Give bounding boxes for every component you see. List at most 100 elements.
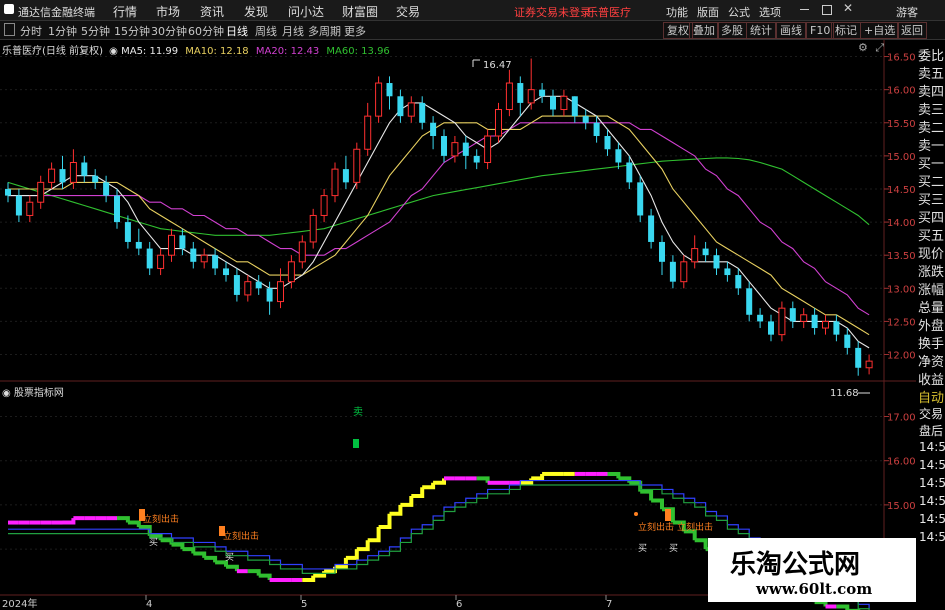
indicator-band (302, 575, 316, 582)
guest-label[interactable]: 游客 (896, 4, 918, 20)
candle-body (81, 162, 88, 176)
candle-body (48, 168, 56, 183)
trade-cut-label: 交易 (919, 407, 944, 421)
menu-wealth-circle[interactable]: 财富圈 (342, 3, 378, 20)
menu-markets[interactable]: 市场 (156, 3, 180, 20)
add-watchlist-button[interactable]: +自选 (860, 22, 900, 39)
indicator-band (247, 569, 261, 576)
candle-body (190, 248, 197, 262)
candle-body (255, 281, 262, 289)
period-multi[interactable]: 多周期 (308, 23, 341, 39)
candle-body (473, 155, 480, 163)
date-label-apr: 4 (146, 599, 152, 610)
period-tick[interactable]: 分时 (20, 23, 42, 39)
indicator-band (640, 489, 654, 501)
candle-body (441, 136, 447, 156)
period-1min[interactable]: 1分钟 (48, 23, 77, 39)
candle-body (298, 241, 306, 263)
candle-body (713, 255, 720, 269)
menu-news[interactable]: 资讯 (200, 3, 224, 20)
candles (5, 58, 873, 376)
quote-label-auto[interactable]: 自动 (918, 387, 944, 406)
candle-body (375, 82, 383, 117)
indicator-gear-icon[interactable]: ◉ (2, 388, 11, 399)
candle-body (768, 321, 774, 335)
period-60min[interactable]: 60分钟 (188, 23, 224, 39)
indicator-tick-label: 16.00 (887, 457, 916, 468)
period-30min[interactable]: 30分钟 (151, 23, 187, 39)
indicator-band (531, 473, 545, 481)
period-daily[interactable]: 日线 (226, 23, 248, 39)
trade-login-notice[interactable]: 证券交易未登录 (514, 4, 591, 20)
multi-stock-button[interactable]: 多股 (717, 22, 747, 39)
candle-body (778, 307, 786, 336)
svg-text:买: 买 (149, 537, 158, 548)
menu-options[interactable]: 选项 (759, 4, 781, 20)
overlay-button[interactable]: 叠加 (689, 22, 719, 39)
watermark-title: 乐淘公式网 (730, 550, 861, 580)
price-tick-label: 12.00 (887, 351, 916, 362)
candle-body (331, 168, 339, 197)
indicator-band (433, 478, 446, 485)
period-15min[interactable]: 15分钟 (114, 23, 150, 39)
period-weekly[interactable]: 周线 (255, 23, 277, 39)
drawing-button[interactable]: 画线 (776, 22, 806, 39)
quote-label-ask5: 卖五 (918, 67, 945, 82)
indicator-band (476, 476, 490, 483)
candle-body (462, 142, 469, 156)
menu-layout[interactable]: 版面 (697, 4, 719, 20)
menu-ask-xiaoda[interactable]: 问小达 (288, 3, 324, 20)
quote-label-bid2: 买二 (918, 175, 945, 190)
expand-icon[interactable]: ⤢ (875, 41, 884, 54)
quote-label-volume: 总量 (918, 301, 945, 316)
menu-bar: 通达信金融终端 行情 市场 资讯 发现 问小达 财富圈 交易 证券交易未登录 乐… (0, 0, 945, 21)
mark-button[interactable]: 标记 (831, 22, 861, 39)
candle-body (800, 314, 808, 322)
statistics-button[interactable]: 统计 (746, 22, 776, 39)
toolbar-back-icon[interactable] (4, 23, 15, 36)
candle-body (135, 241, 142, 249)
svg-text:买: 买 (225, 552, 234, 563)
price-tick-label: 12.50 (887, 317, 916, 328)
price-chart[interactable]: 16.50 16.00 15.50 15.00 14.50 14.00 13.50 13.00… (0, 40, 945, 610)
ma20-label: MA20: 12.43 (255, 46, 320, 57)
date-label-may: 5 (301, 599, 307, 610)
candle-body (680, 261, 688, 283)
svg-text:买: 买 (638, 543, 647, 554)
menu-discover[interactable]: 发现 (244, 3, 268, 20)
period-monthly[interactable]: 月线 (282, 23, 304, 39)
candle-body (233, 275, 240, 295)
indicator-band (607, 471, 621, 479)
minimize-icon[interactable] (800, 9, 809, 10)
menu-market[interactable]: 行情 (113, 3, 137, 20)
time-row-4: 14:50 (919, 494, 945, 508)
menu-functions[interactable]: 功能 (666, 4, 688, 20)
settings-icon[interactable]: ⚙ (858, 41, 868, 54)
candle-body (353, 148, 361, 183)
menu-formula[interactable]: 公式 (728, 4, 750, 20)
maximize-icon[interactable] (822, 5, 832, 15)
indicator-band (836, 604, 850, 610)
candle-body (277, 281, 284, 303)
high-annotation: 16.47 (472, 59, 512, 71)
candle-body (212, 255, 219, 269)
indicator-tick-label: 17.00 (887, 413, 916, 424)
period-more[interactable]: 更多 (344, 23, 366, 39)
period-5min[interactable]: 5分钟 (81, 23, 110, 39)
menu-trade[interactable]: 交易 (396, 3, 420, 20)
date-label-jul: 7 (606, 599, 612, 610)
close-icon[interactable]: ✕ (843, 1, 853, 15)
indicator-band (117, 516, 130, 523)
gear-icon[interactable]: ◉ (109, 46, 118, 57)
indicator-band (629, 480, 643, 492)
indicator-band (171, 542, 185, 550)
sell-marker: 卖 (353, 406, 363, 448)
indicator-tick-label: 15.00 (887, 501, 916, 512)
indicator-band (367, 526, 381, 543)
app-logo-icon (4, 4, 14, 14)
return-button[interactable]: 返回 (897, 22, 927, 39)
candle-body (223, 268, 229, 276)
candle-body (626, 162, 633, 183)
candle-body (15, 195, 22, 216)
candle-body (648, 215, 655, 242)
